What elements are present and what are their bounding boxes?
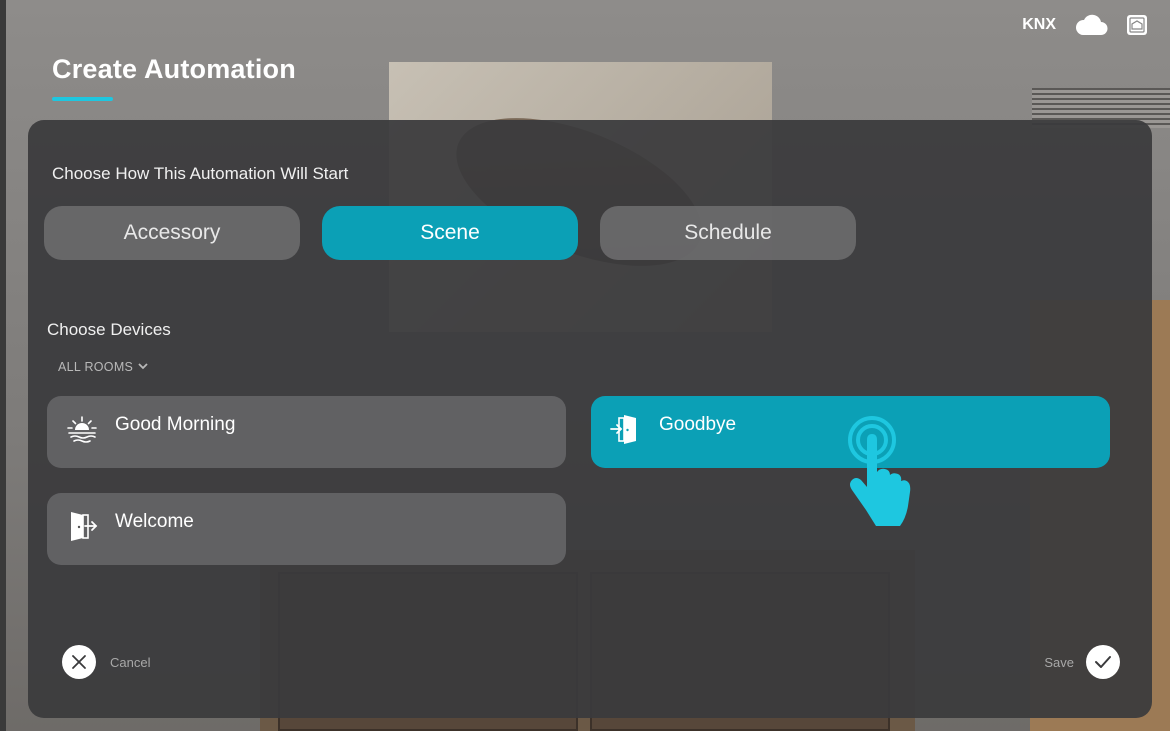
cloud-icon[interactable] <box>1074 14 1108 36</box>
title-underline <box>52 97 113 101</box>
automation-panel: Choose How This Automation Will Start Ac… <box>28 120 1152 718</box>
checkmark-icon <box>1086 645 1120 679</box>
scene-card-good-morning[interactable]: Good Morning <box>47 396 566 468</box>
option-schedule[interactable]: Schedule <box>600 206 856 260</box>
scene-label-good-morning: Good Morning <box>115 414 236 435</box>
room-filter-label: ALL ROOMS <box>58 360 134 374</box>
scene-card-welcome[interactable]: Welcome <box>47 493 566 565</box>
save-label: Save <box>1044 654 1074 670</box>
knx-status-label: KNX <box>1022 16 1056 33</box>
tap-hand-pointer-icon <box>838 414 918 534</box>
scene-label-welcome: Welcome <box>115 511 194 532</box>
chevron-down-icon <box>137 360 149 374</box>
door-enter-icon <box>65 509 99 543</box>
devices-section-label: Choose Devices <box>47 320 171 339</box>
save-button[interactable]: Save <box>1044 645 1120 679</box>
page-title: Create Automation <box>52 54 296 84</box>
home-icon[interactable] <box>1126 14 1148 36</box>
status-bar: KNX <box>1022 10 1148 40</box>
cancel-label: Cancel <box>110 654 151 670</box>
scene-label-goodbye: Goodbye <box>659 414 737 435</box>
option-accessory[interactable]: Accessory <box>44 206 300 260</box>
option-scene[interactable]: Scene <box>322 206 578 260</box>
close-icon <box>62 645 96 679</box>
start-section-label: Choose How This Automation Will Start <box>52 164 349 183</box>
door-exit-icon <box>609 412 643 446</box>
sunrise-icon <box>65 412 99 446</box>
room-filter-dropdown[interactable]: ALL ROOMS <box>58 360 149 374</box>
cancel-button[interactable]: Cancel <box>62 645 150 679</box>
